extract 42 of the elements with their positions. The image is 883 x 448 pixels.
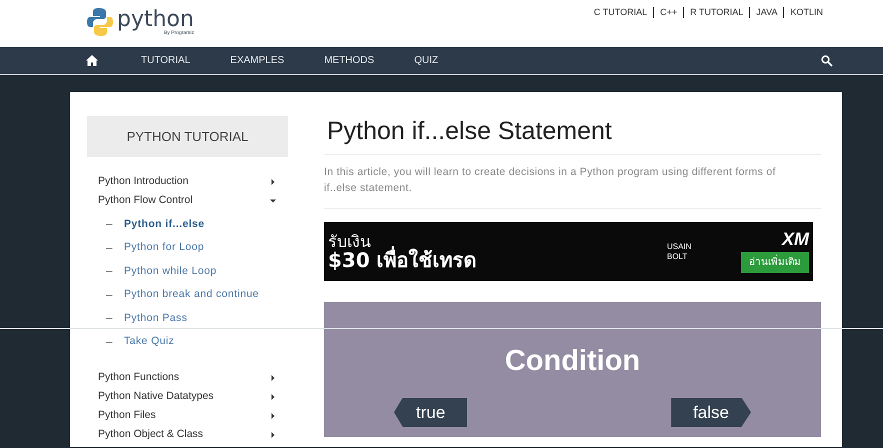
sidebar-subitem[interactable]: Take Quiz — [124, 334, 174, 350]
sidebar-item[interactable]: Python Functions — [98, 370, 180, 386]
ad-sponsor: USAIN BOLT — [667, 242, 692, 262]
article-title: Python if...else Statement — [324, 116, 821, 155]
signpost: true — [394, 398, 468, 427]
caret-right-icon[interactable] — [270, 394, 276, 400]
sidebar-item[interactable]: Python Files — [98, 408, 156, 424]
nav-link[interactable]: EXAMPLES — [230, 53, 284, 68]
sidebar-subitem[interactable]: Python if...else — [124, 216, 204, 233]
ad-brand: XM — [782, 230, 809, 248]
ad-headline: รับเงิน — [328, 234, 372, 250]
sidebar-heading: PYTHON TUTORIAL — [87, 116, 288, 157]
nav-link[interactable]: TUTORIAL — [141, 53, 190, 68]
nav-link[interactable]: QUIZ — [414, 53, 438, 68]
logo-wordmark: python — [117, 8, 194, 30]
sidebar-subitem[interactable]: Python while Loop — [124, 264, 217, 280]
sidebar-subitem[interactable]: Python for Loop — [124, 240, 204, 256]
article-intro: In this article, you will learn to create decisions in a Python program using different forms of if..else statement. — [324, 155, 821, 209]
caret-right-icon[interactable] — [270, 412, 276, 418]
sidebar-subitem[interactable]: Python break and continue — [124, 287, 259, 304]
caret-right-icon[interactable] — [270, 178, 276, 184]
illustration-heading: Condition — [504, 344, 640, 379]
nav-link[interactable]: METHODS — [324, 53, 374, 68]
sidebar-item[interactable]: Python Introduction — [98, 174, 188, 190]
top-link[interactable]: R TUTORIAL — [690, 6, 744, 20]
caret-right-icon[interactable] — [270, 374, 276, 380]
home-icon[interactable] — [86, 55, 98, 66]
signpost: false — [671, 398, 751, 427]
top-link[interactable]: C++ — [660, 6, 678, 20]
caret-right-icon[interactable] — [270, 432, 276, 438]
sidebar-subitem[interactable]: Python Pass — [124, 310, 188, 327]
ad-banner[interactable]: รับเงิน $30 เพื่อใช้เทรด USAIN BOLT XM อ่านเพิ่มเติม — [324, 222, 813, 281]
search-icon[interactable] — [821, 54, 833, 66]
sidebar-item[interactable]: Python Object & Class — [98, 426, 204, 442]
top-link[interactable]: JAVA — [756, 6, 778, 20]
python-logo-icon[interactable] — [87, 7, 113, 37]
top-link[interactable]: C TUTORIAL — [594, 6, 648, 20]
caret-down-icon[interactable] — [270, 198, 276, 204]
top-link[interactable]: KOTLIN — [790, 6, 823, 20]
sidebar-item[interactable]: Python Native Datatypes — [98, 388, 214, 404]
ad-button[interactable]: อ่านเพิ่มเติม — [741, 252, 809, 273]
sidebar-item[interactable]: Python Flow Control — [98, 192, 193, 208]
